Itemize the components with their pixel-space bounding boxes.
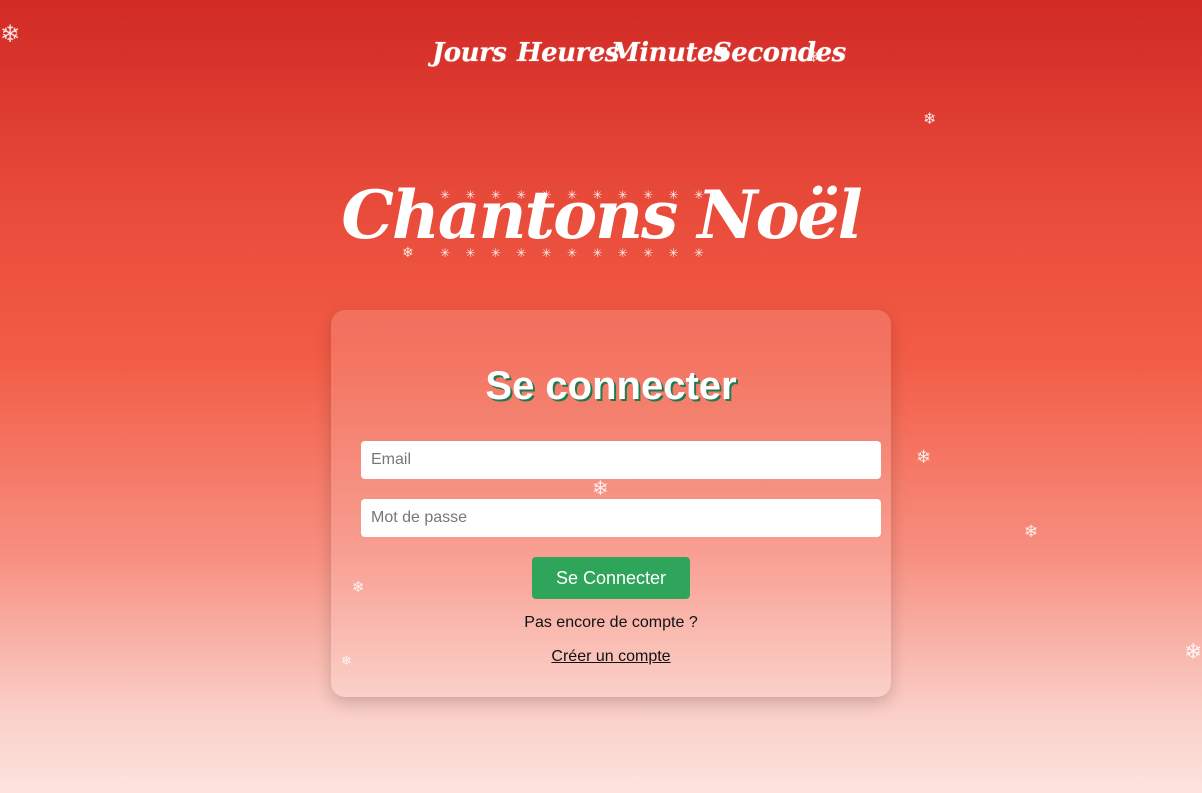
snowflake-icon: ❄ <box>1024 522 1039 542</box>
site-title: Chantons Noël <box>341 176 862 254</box>
snowflake-icon: ❄ <box>0 20 21 48</box>
no-account-text: Pas encore de compte ? <box>524 614 698 631</box>
snowflake-icon: ❄ <box>1184 640 1202 665</box>
countdown-hours-label: Heures <box>517 38 619 68</box>
countdown-days-label: Jours <box>432 38 507 68</box>
snowflake-icon: ❄ <box>916 447 932 468</box>
login-button[interactable]: Se Connecter <box>532 557 690 599</box>
email-input[interactable] <box>361 441 881 479</box>
countdown-seconds-label: Secondes <box>713 38 846 68</box>
login-title: Se connecter <box>485 364 737 408</box>
password-input[interactable] <box>361 499 881 537</box>
countdown-minutes-label: Minutes <box>611 38 728 68</box>
create-account-link[interactable]: Créer un compte <box>331 648 891 666</box>
snowflake-icon: ❄ <box>923 109 937 128</box>
title-sparkles-decoration-bottom: ✳ ✳ ✳ ✳ ✳ ✳ ✳ ✳ ✳ ✳ ✳ <box>440 246 710 260</box>
login-card: Se connecter Se Connecter Pas encore de … <box>331 310 891 697</box>
countdown: Jours Heures Minutes Secondes <box>0 38 1202 78</box>
snowflake-icon: ❄ <box>402 245 414 261</box>
snowflake-icon: ❄ <box>807 47 821 66</box>
